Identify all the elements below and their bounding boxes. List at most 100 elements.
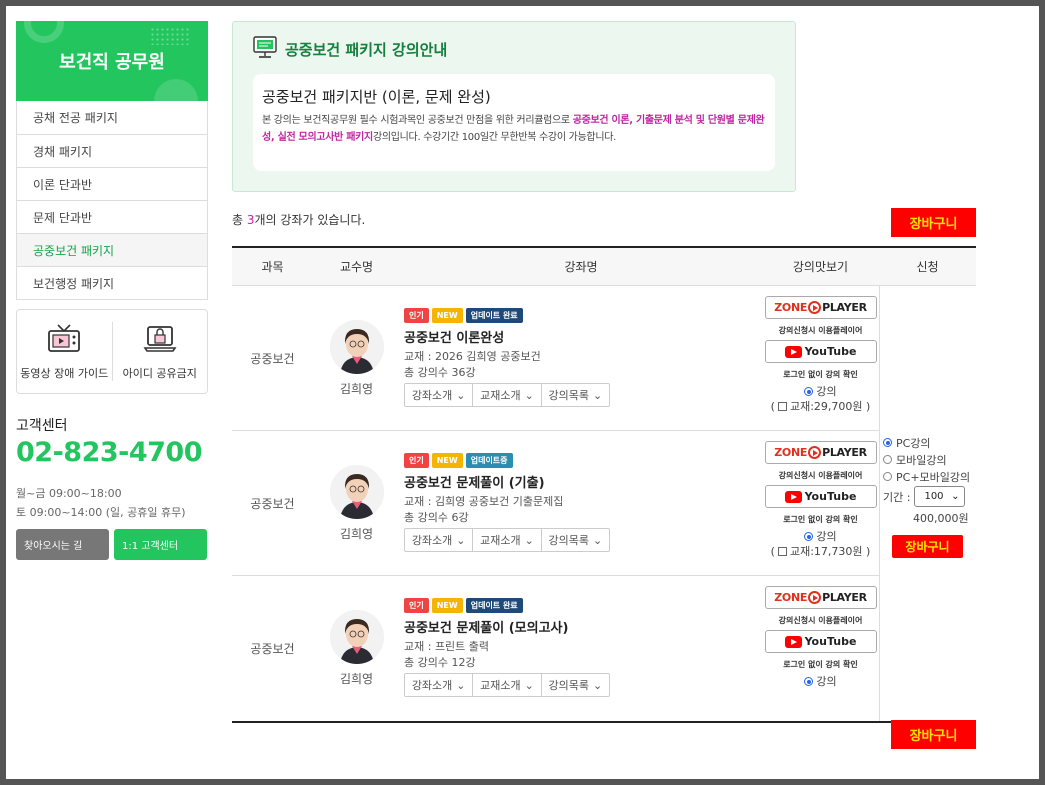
badge-popular: 인기	[404, 453, 429, 468]
info-card-desc: 본 강의는 보건직공무원 필수 시험과목인 공중보건 만점을 위한 커리큘럼으로…	[262, 115, 765, 143]
book-intro-select[interactable]: 교재소개 ⌄	[472, 674, 540, 696]
info-card-title: 공중보건 패키지반 (이론, 문제 완성)	[262, 88, 491, 106]
course-select-group: 강좌소개 ⌄ 교재소개 ⌄ 강의목록 ⌄	[404, 383, 610, 407]
course-title[interactable]: 공중보건 문제풀이 (모의고사)	[404, 617, 762, 636]
sidebar-menu: 공채 전공 패키지 경채 패키지 이론 단과반 문제 단과반 공중보건 패키지 …	[16, 101, 208, 300]
zone-note: 강의신청시 이용플레이어	[778, 616, 863, 625]
badge-new: NEW	[431, 598, 463, 613]
zone-note: 강의신청시 이용플레이어	[778, 326, 863, 335]
book-intro-select[interactable]: 교재소개 ⌄	[472, 529, 540, 551]
course-count: 총 3개의 강좌가 있습니다.	[232, 213, 366, 227]
lecture-list-select[interactable]: 강의목록 ⌄	[540, 674, 609, 696]
play-icon	[808, 446, 822, 459]
chevron-down-icon: ⌄	[456, 533, 466, 547]
youtube-icon	[784, 635, 802, 648]
cart-button-top[interactable]: 장바구니	[891, 208, 976, 237]
preview-cell: ZONE PLAYER 강의신청시 이용플레이어 YouTube 로그인 없이 강…	[762, 576, 879, 721]
preview-cell: ZONE PLAYER 강의신청시 이용플레이어 YouTube 로그인 없이 강…	[762, 286, 879, 430]
course-title[interactable]: 공중보건 이론완성	[404, 327, 762, 346]
professor-name: 김희영	[339, 526, 374, 541]
course-intro-select[interactable]: 강좌소개 ⌄	[405, 384, 472, 406]
youtube-button[interactable]: YouTube	[764, 340, 877, 363]
directions-button[interactable]: 찾아오시는 길	[16, 529, 109, 560]
course-book: 교재 : 김희영 공중보건 기출문제집	[404, 495, 564, 508]
course-title[interactable]: 공중보건 문제풀이 (기출)	[404, 472, 762, 491]
lecture-radio[interactable]: 강의	[804, 384, 837, 399]
cs-buttons: 찾아오시는 길 1:1 고객센터	[16, 529, 207, 560]
youtube-note: 로그인 없이 강의 확인	[783, 515, 858, 524]
book-checkbox[interactable]: (교재:17,730원 )	[771, 544, 871, 559]
row-subject: 공중보건	[250, 496, 295, 511]
badge-popular: 인기	[404, 598, 429, 613]
cs-hours: 월~금 09:00~18:00 토 09:00~14:00 (일, 공휴일 휴무…	[16, 484, 186, 522]
sidebar-item-problems[interactable]: 문제 단과반	[17, 200, 207, 233]
youtube-icon	[784, 345, 802, 358]
video-guide-label: 동영상 장애 가이드	[20, 366, 109, 380]
th-preview: 강의맛보기	[792, 260, 849, 274]
book-intro-select[interactable]: 교재소개 ⌄	[472, 384, 540, 406]
badge-new: NEW	[431, 453, 463, 468]
youtube-note: 로그인 없이 강의 확인	[783, 660, 858, 669]
lecture-list-select[interactable]: 강의목록 ⌄	[540, 384, 609, 406]
lecture-radio[interactable]: 강의	[804, 529, 837, 544]
video-guide-link[interactable]: 동영상 장애 가이드	[17, 310, 112, 393]
table-header: 과목 교수명 강좌명 강의맛보기 신청	[232, 248, 976, 286]
professor-cell: 김희영	[313, 286, 400, 430]
badge-updating: 업데이트중	[465, 453, 513, 468]
option-pc-mobile[interactable]: PC+모바일강의	[883, 468, 976, 485]
book-checkbox[interactable]: (교재:29,700원 )	[771, 399, 871, 414]
period-label: 기간 :	[883, 490, 911, 504]
zone-player-button[interactable]: ZONE PLAYER	[764, 296, 877, 319]
period-row: 기간 : 100 ⌄	[883, 486, 976, 507]
option-pc[interactable]: PC강의	[883, 434, 976, 451]
sidebar-item-career[interactable]: 경채 패키지	[17, 134, 207, 167]
sidebar-item-health-admin[interactable]: 보건행정 패키지	[17, 266, 207, 299]
zone-player-button[interactable]: ZONE PLAYER	[764, 586, 877, 609]
tv-icon	[47, 323, 81, 358]
preview-cell: ZONE PLAYER 강의신청시 이용플레이어 YouTube 로그인 없이 강…	[762, 431, 879, 575]
cs-hours-saturday: 토 09:00~14:00 (일, 공휴일 휴무)	[16, 506, 186, 519]
period-select[interactable]: 100 ⌄	[914, 486, 966, 507]
sidebar-item-public-major[interactable]: 공채 전공 패키지	[17, 101, 207, 134]
chevron-down-icon: ⌄	[524, 388, 534, 402]
professor-avatar[interactable]	[329, 610, 384, 664]
course-lectures: 총 강의수 36강	[404, 366, 476, 379]
youtube-button[interactable]: YouTube	[764, 630, 877, 653]
chevron-down-icon: ⌄	[592, 388, 603, 402]
course-book: 교재 : 2026 김희영 공중보건	[404, 350, 541, 363]
apply-cart-button[interactable]: 장바구니	[892, 535, 963, 558]
th-professor: 교수명	[339, 260, 374, 274]
support-button[interactable]: 1:1 고객센터	[114, 529, 207, 560]
checkbox-icon	[777, 547, 787, 556]
professor-name: 김희영	[339, 672, 374, 686]
badge-new: NEW	[431, 308, 463, 323]
course-intro-select[interactable]: 강좌소개 ⌄	[405, 674, 472, 696]
youtube-button[interactable]: YouTube	[764, 485, 877, 508]
apply-cell: PC강의 모바일강의 PC+모바일강의 기간 : 100 ⌄ 400,000원 장…	[879, 286, 976, 721]
id-share-link[interactable]: 아이디 공유금지	[113, 310, 208, 393]
course-lectures: 총 강의수 12강	[404, 656, 476, 669]
course-intro-select[interactable]: 강좌소개 ⌄	[405, 529, 472, 551]
course-cell: 인기 NEW 업데이트중 공중보건 문제풀이 (기출) 교재 : 김희영 공중보…	[400, 431, 762, 575]
course-table: 과목 교수명 강좌명 강의맛보기 신청 공중보건 김희영 인기 NEW 업데이트…	[232, 246, 976, 723]
chevron-down-icon: ⌄	[456, 678, 466, 692]
lecture-list-select[interactable]: 강의목록 ⌄	[540, 529, 609, 551]
course-select-group: 강좌소개 ⌄ 교재소개 ⌄ 강의목록 ⌄	[404, 528, 610, 552]
sidebar-item-public-health[interactable]: 공중보건 패키지	[17, 233, 207, 266]
professor-avatar[interactable]	[329, 464, 384, 519]
cart-button-bottom[interactable]: 장바구니	[891, 720, 976, 749]
zone-player-button[interactable]: ZONE PLAYER	[764, 441, 877, 464]
sidebar-item-theory[interactable]: 이론 단과반	[17, 167, 207, 200]
th-apply: 신청	[916, 260, 939, 274]
lecture-radio[interactable]: 강의	[804, 674, 837, 689]
checkbox-icon	[777, 402, 787, 411]
row-subject: 공중보건	[250, 642, 295, 656]
cs-hours-weekday: 월~금 09:00~18:00	[16, 487, 122, 500]
chevron-down-icon: ⌄	[592, 533, 603, 547]
info-header: 공중보건 패키지 강의안내	[253, 35, 447, 64]
info-card: 공중보건 패키지반 (이론, 문제 완성) 본 강의는 보건직공무원 필수 시험…	[253, 74, 775, 171]
option-mobile[interactable]: 모바일강의	[883, 451, 976, 468]
play-icon	[808, 301, 822, 314]
youtube-icon	[784, 490, 802, 503]
professor-avatar[interactable]	[329, 319, 384, 374]
